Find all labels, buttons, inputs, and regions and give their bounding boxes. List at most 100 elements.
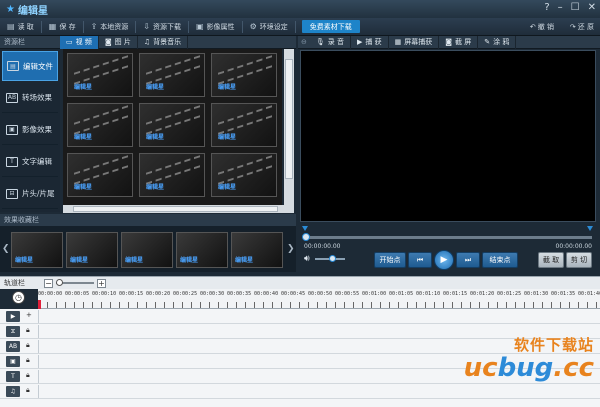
scrollbar-thumb[interactable] <box>285 59 293 179</box>
video-icon: ▭ <box>66 38 73 46</box>
ruler-tick-label: 00:00:10 <box>92 291 117 297</box>
capture-button[interactable]: ▶ 捕 获 <box>351 35 389 49</box>
open-button[interactable]: ▤ 读 取 <box>0 20 41 34</box>
timeline-header: 轨道栏 − + <box>0 276 600 289</box>
volume-control[interactable]: 🔊︎ <box>304 254 345 264</box>
sidebar-item-edit-files[interactable]: ▤ 编辑文件 <box>2 51 58 81</box>
zoom-knob[interactable] <box>56 279 63 286</box>
sidebar-item-transitions[interactable]: AB 转场效果 <box>2 83 58 113</box>
sidebar: ▤ 编辑文件 AB 转场效果 ▣ 影像效果 T 文字编辑 ⊟ 片头/片尾 <box>0 49 60 212</box>
seek-knob[interactable] <box>302 233 310 241</box>
timeline-ruler[interactable]: 00:00:00 00:00:05 00:00:10 00:00:15 00:00:20… <box>38 289 600 309</box>
ruler-tick-label: 00:01:35 <box>551 291 576 297</box>
zoom-in-button[interactable]: + <box>97 278 106 288</box>
speaker-icon[interactable]: 🔊︎ <box>304 254 310 264</box>
track-lane[interactable] <box>38 385 600 398</box>
video-thumbnail[interactable]: 编辑星 <box>139 103 205 147</box>
horizontal-scrollbar[interactable] <box>63 205 294 213</box>
effect-thumbnail[interactable]: 编辑星 <box>121 232 173 268</box>
zoom-slider[interactable] <box>56 279 94 286</box>
save-button[interactable]: ▦ 保 存 <box>42 20 83 34</box>
volume-knob[interactable] <box>328 255 336 262</box>
collapse-icon[interactable]: ⊖ <box>298 38 310 46</box>
volume-slider[interactable] <box>314 255 345 262</box>
sidebar-item-intro-outro[interactable]: ⊟ 片头/片尾 <box>2 179 58 209</box>
time-end: 00:00:00.00 <box>555 243 593 250</box>
play-icon[interactable]: ▶ <box>434 250 454 270</box>
settings-button[interactable]: ⚙ 环境设定 <box>243 20 295 34</box>
video-thumbnail[interactable]: 编辑星 <box>67 103 133 147</box>
maximize-button[interactable]: ☐ <box>571 2 580 13</box>
video-preview[interactable] <box>300 50 596 222</box>
ruler-tick-label: 00:00:00 <box>38 291 63 297</box>
video-properties-button[interactable]: ▣ 影像属性 <box>189 20 242 34</box>
end-point-button[interactable]: 结束点 <box>482 252 518 268</box>
effect-thumbnail[interactable]: 编辑星 <box>176 232 228 268</box>
undo-icon: ↶ <box>529 23 536 31</box>
tab-music[interactable]: ♫ 背景音乐 <box>138 35 189 49</box>
redo-button[interactable]: ↷ 还 原 <box>570 22 594 32</box>
start-point-button[interactable]: 开始点 <box>374 252 406 268</box>
clip-button[interactable]: 剪 切 <box>566 252 592 268</box>
preview-toolbar: ⊖ 🎙︎ 录 音 ▶ 捕 获 ▦ 屏幕捕获 ◙ 截 屏 ✎ 涂 鸦 <box>298 35 600 49</box>
ruler-tick-label: 00:00:35 <box>227 291 252 297</box>
lock-icon[interactable]: 🔒︎ <box>26 326 30 335</box>
previous-icon[interactable]: ⏮ <box>408 252 432 268</box>
next-icon[interactable]: ⏭ <box>456 252 480 268</box>
film-strip-icon <box>218 105 272 135</box>
app-logo: ★ 编辑星 <box>6 2 48 17</box>
music-track-icon: ♫ <box>6 386 20 397</box>
video-thumbnail[interactable]: 编辑星 <box>67 153 133 197</box>
effect-thumbnail[interactable]: 编辑星 <box>11 232 63 268</box>
lock-icon[interactable]: 🔒︎ <box>26 356 30 365</box>
zoom-out-button[interactable]: − <box>44 278 53 288</box>
resource-download-button[interactable]: ⇩ 资源下载 <box>136 20 188 34</box>
brush-icon: ✎ <box>484 38 491 46</box>
capture-icon: ▶ <box>357 38 363 46</box>
screen-capture-button[interactable]: ▦ 屏幕捕获 <box>389 35 440 49</box>
film-strip-icon <box>218 155 272 185</box>
scrollbar-thumb[interactable] <box>73 206 278 212</box>
start-marker[interactable] <box>302 226 308 231</box>
effect-thumbnail[interactable]: 编辑星 <box>231 232 283 268</box>
tab-video[interactable]: ▭ 视 频 <box>60 35 99 49</box>
minimize-button[interactable]: – <box>558 2 563 13</box>
sidebar-item-text[interactable]: T 文字编辑 <box>2 147 58 177</box>
video-thumbnail[interactable]: 编辑星 <box>211 53 277 97</box>
chevron-left-icon[interactable]: ❮ <box>2 244 10 254</box>
video-thumbnail[interactable]: 编辑星 <box>139 53 205 97</box>
sidebar-item-effects[interactable]: ▣ 影像效果 <box>2 115 58 145</box>
help-button[interactable]: ? <box>544 2 549 13</box>
tab-images[interactable]: ◙ 图 片 <box>99 35 138 49</box>
ruler-tick-label: 00:00:25 <box>173 291 198 297</box>
free-materials-download-button[interactable]: 免费素材下载 <box>301 20 360 33</box>
screenshot-button[interactable]: ◙ 截 屏 <box>439 35 479 49</box>
lock-icon[interactable]: 🔒︎ <box>26 386 30 395</box>
cut-button[interactable]: 截 取 <box>538 252 564 268</box>
end-marker[interactable] <box>587 226 593 231</box>
video-thumbnail[interactable]: 编辑星 <box>211 153 277 197</box>
camera-icon: ◙ <box>445 38 453 46</box>
record-audio-button[interactable]: 🎙︎ 录 音 <box>310 35 351 49</box>
video-thumbnail[interactable]: 编辑星 <box>67 53 133 97</box>
doodle-button[interactable]: ✎ 涂 鸦 <box>478 35 517 49</box>
import-icon: ⇪ <box>90 22 98 31</box>
local-resources-button[interactable]: ⇪ 本地资源 <box>84 20 136 34</box>
video-thumbnail[interactable]: 编辑星 <box>211 103 277 147</box>
lock-icon[interactable]: 🔒︎ <box>26 371 30 380</box>
seek-bar[interactable]: 00:00:00.00 00:00:00.00 <box>300 226 596 250</box>
save-icon: ▦ <box>48 22 57 31</box>
video-thumbnail[interactable]: 编辑星 <box>139 153 205 197</box>
seek-track[interactable] <box>304 236 592 239</box>
close-button[interactable]: ✕ <box>588 2 596 13</box>
download-icon: ⇩ <box>143 22 150 31</box>
undo-button[interactable]: ↶ 撤 销 <box>530 22 554 32</box>
chevron-right-icon[interactable]: ❯ <box>287 244 295 254</box>
redo-icon: ↷ <box>569 23 576 31</box>
window-controls: ? – ☐ ✕ <box>544 2 596 13</box>
add-track-icon[interactable]: + <box>26 311 32 319</box>
effect-thumbnail[interactable]: 编辑星 <box>66 232 118 268</box>
vertical-scrollbar[interactable] <box>284 49 294 205</box>
track-lane[interactable] <box>38 310 600 323</box>
lock-icon[interactable]: 🔒︎ <box>26 341 30 350</box>
